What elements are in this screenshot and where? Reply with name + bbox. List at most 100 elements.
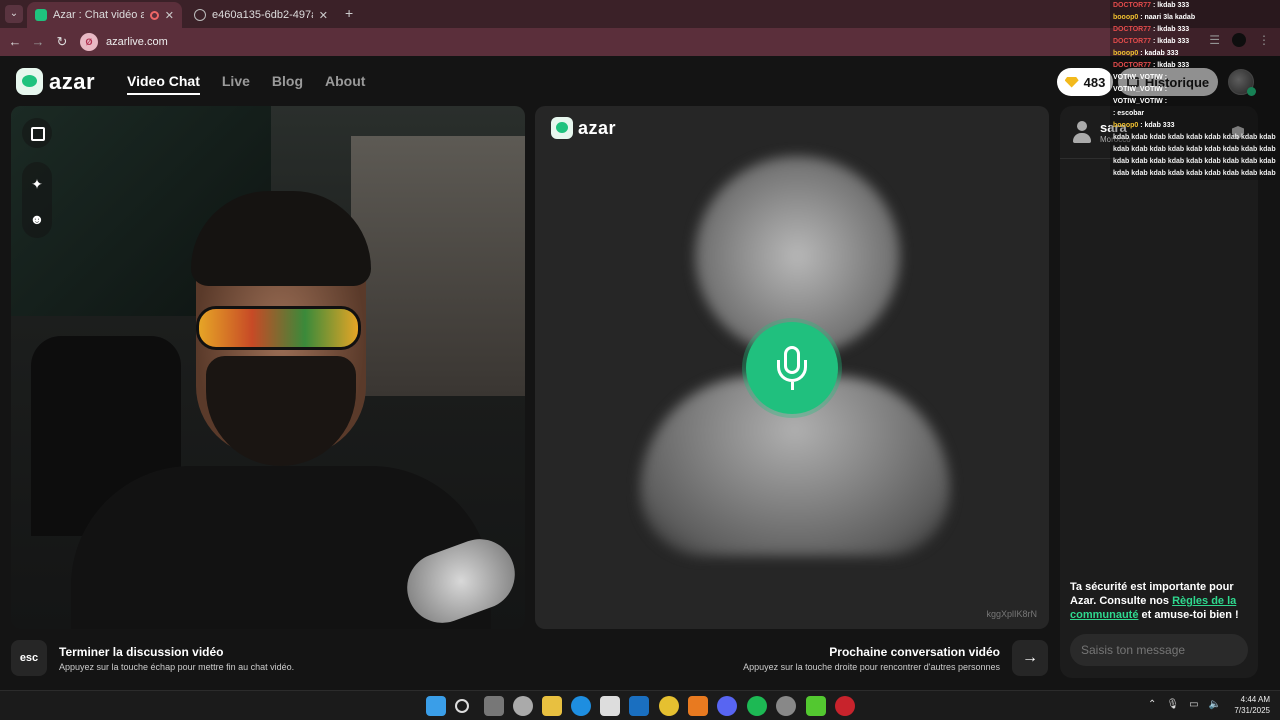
stream-chat-line: DOCTOR77 : lkdab 333 xyxy=(1113,36,1280,48)
settings-icon[interactable] xyxy=(513,696,533,716)
start-menu-icon[interactable] xyxy=(426,696,446,716)
store-icon[interactable] xyxy=(600,696,620,716)
chat-message: escobar xyxy=(1117,110,1145,117)
peer-id: kggXplIK8rN xyxy=(986,609,1037,619)
chrome-icon[interactable] xyxy=(659,696,679,716)
stream-chat-line: DOCTOR77 : lkdab 333 xyxy=(1113,0,1280,12)
gem-icon xyxy=(1064,76,1079,88)
edge-icon[interactable] xyxy=(571,696,591,716)
search-icon[interactable] xyxy=(455,699,469,713)
next-chat-button[interactable]: → xyxy=(1012,640,1048,676)
spotify-icon[interactable] xyxy=(747,696,767,716)
next-chat-title: Prochaine conversation vidéo xyxy=(829,645,1000,659)
chat-username: VOTIW_VOTIW xyxy=(1113,86,1163,93)
os-taskbar: ⌃ 🎙 ▭ 🔈 4:44 AM 7/31/2025 xyxy=(0,690,1280,720)
person-sunglasses xyxy=(196,306,361,350)
chat-message: lkdab 333 xyxy=(1157,26,1190,33)
background-shelf xyxy=(351,136,525,396)
end-chat-button[interactable]: esc xyxy=(11,640,47,676)
chat-username: DOCTOR77 xyxy=(1113,2,1151,9)
back-icon[interactable]: ← xyxy=(6,33,24,51)
discord-icon[interactable] xyxy=(717,696,737,716)
opera-icon[interactable] xyxy=(835,696,855,716)
browser-toolbar: ← → ↻ Ø azarlive.com ☰ ⋮ xyxy=(0,28,1280,56)
tab-search-icon[interactable]: ⌄ xyxy=(5,5,23,23)
tab-azar[interactable]: Azar : Chat vidéo avec de n ✕ xyxy=(27,2,182,28)
peer-video-logo: azar xyxy=(551,117,616,139)
chat-message: lkdab 333 xyxy=(1157,2,1190,9)
end-chat-hint: Appuyez sur la touche échap pour mettre … xyxy=(59,662,295,672)
tab-secondary[interactable]: e460a135-6db2-497a-a991-b3 ✕ xyxy=(186,2,336,28)
microphone-button[interactable] xyxy=(746,322,838,414)
stream-chat-line: : escobar xyxy=(1113,108,1280,120)
globe-icon xyxy=(194,9,206,21)
expand-icon[interactable] xyxy=(22,118,52,148)
main-nav: Video Chat Live Blog About xyxy=(127,73,365,95)
chat-separator: : xyxy=(1162,98,1168,105)
system-clock[interactable]: 4:44 AM 7/31/2025 xyxy=(1234,694,1270,716)
azar-logo-text: azar xyxy=(578,117,617,138)
next-chat-hint: Appuyez sur la touche droite pour rencon… xyxy=(743,662,1000,672)
microphone-tray-icon[interactable]: 🎙 xyxy=(1166,699,1179,710)
stream-chat-line: VOTIW_VOTIW : xyxy=(1113,96,1280,108)
person-beard xyxy=(206,356,356,466)
end-chat-title: Terminer la discussion vidéo xyxy=(59,645,224,659)
chat-username: DOCTOR77 xyxy=(1113,26,1151,33)
close-tab-icon[interactable]: ✕ xyxy=(319,9,328,22)
nav-blog[interactable]: Blog xyxy=(272,73,303,95)
chat-panel: sara Morocco Ta sécurité est importante … xyxy=(1060,106,1258,678)
self-video xyxy=(11,106,525,629)
gems-count: 483 xyxy=(1083,74,1106,90)
stream-chat-overlay: DOCTOR77 : lkdab 333 booop0 : naari 3la k… xyxy=(1110,0,1280,180)
gems-button[interactable]: 483 xyxy=(1057,68,1113,96)
stream-chat-lines: DOCTOR77 : lkdab 333 booop0 : naari 3la k… xyxy=(1113,0,1280,132)
chat-username: VOTIW_VOTIW xyxy=(1113,74,1163,81)
task-view-icon[interactable] xyxy=(484,696,504,716)
nav-about[interactable]: About xyxy=(325,73,365,95)
chat-username: DOCTOR77 xyxy=(1113,62,1151,69)
close-tab-icon[interactable]: ✕ xyxy=(165,9,174,22)
face-filter-icon[interactable]: ☻ xyxy=(24,206,50,232)
network-icon[interactable]: ▭ xyxy=(1189,699,1198,710)
microphone-icon-arc xyxy=(777,360,807,382)
message-input[interactable] xyxy=(1070,634,1248,666)
stream-chat-line: booop0 : kdab 333 xyxy=(1113,120,1280,132)
file-explorer-icon[interactable] xyxy=(542,696,562,716)
chat-separator: : xyxy=(1162,74,1168,81)
stream-chat-line: DOCTOR77 : lkdab 333 xyxy=(1113,24,1280,36)
url-text: azarlive.com xyxy=(106,36,168,48)
site-info-icon[interactable]: Ø xyxy=(80,33,98,51)
stream-chat-line: booop0 : naari 3la kadab xyxy=(1113,12,1280,24)
stream-chat-line: DOCTOR77 : lkdab 333 xyxy=(1113,60,1280,72)
stream-chat-line: VOTIW_VOTIW : xyxy=(1113,84,1280,96)
azar-logo[interactable]: azar xyxy=(16,68,95,95)
clock-date: 7/31/2025 xyxy=(1234,706,1270,715)
chat-separator: : xyxy=(1162,86,1168,93)
chat-username: DOCTOR77 xyxy=(1113,38,1151,45)
app-icon[interactable] xyxy=(688,696,708,716)
safety-notice: Ta sécurité est importante pour Azar. Co… xyxy=(1070,580,1252,622)
app-icon[interactable] xyxy=(776,696,796,716)
nav-video-chat[interactable]: Video Chat xyxy=(127,73,200,95)
outlook-icon[interactable] xyxy=(629,696,649,716)
user-icon xyxy=(1072,121,1092,143)
address-bar[interactable]: Ø azarlive.com xyxy=(80,31,1100,53)
reload-icon[interactable]: ↻ xyxy=(53,33,71,51)
sparkle-effects-icon[interactable]: ✦ xyxy=(24,171,50,197)
forward-icon[interactable]: → xyxy=(29,33,47,51)
volume-icon[interactable]: 🔈 xyxy=(1209,699,1221,710)
chevron-up-icon[interactable]: ⌃ xyxy=(1148,699,1156,710)
new-tab-icon[interactable]: + xyxy=(345,5,353,21)
nav-live[interactable]: Live xyxy=(222,73,250,95)
kick-icon[interactable] xyxy=(806,696,826,716)
chat-username: booop0 xyxy=(1113,122,1139,129)
azar-favicon-icon xyxy=(35,9,47,21)
browser-tab-bar: ⌄ Azar : Chat vidéo avec de n ✕ e460a135… xyxy=(0,0,1280,28)
chat-message: kdab 333 xyxy=(1144,122,1175,129)
peer-video: azar kggXplIK8rN xyxy=(535,106,1049,629)
tab-title: e460a135-6db2-497a-a991-b3 xyxy=(212,9,313,21)
stream-chat-spam: kdab kdab kdab kdab kdab kdab kdab kdab … xyxy=(1113,134,1276,177)
chat-username: VOTIW_VOTIW xyxy=(1113,98,1163,105)
chat-message: lkdab 333 xyxy=(1157,62,1190,69)
chat-message: lkdab 333 xyxy=(1157,38,1190,45)
